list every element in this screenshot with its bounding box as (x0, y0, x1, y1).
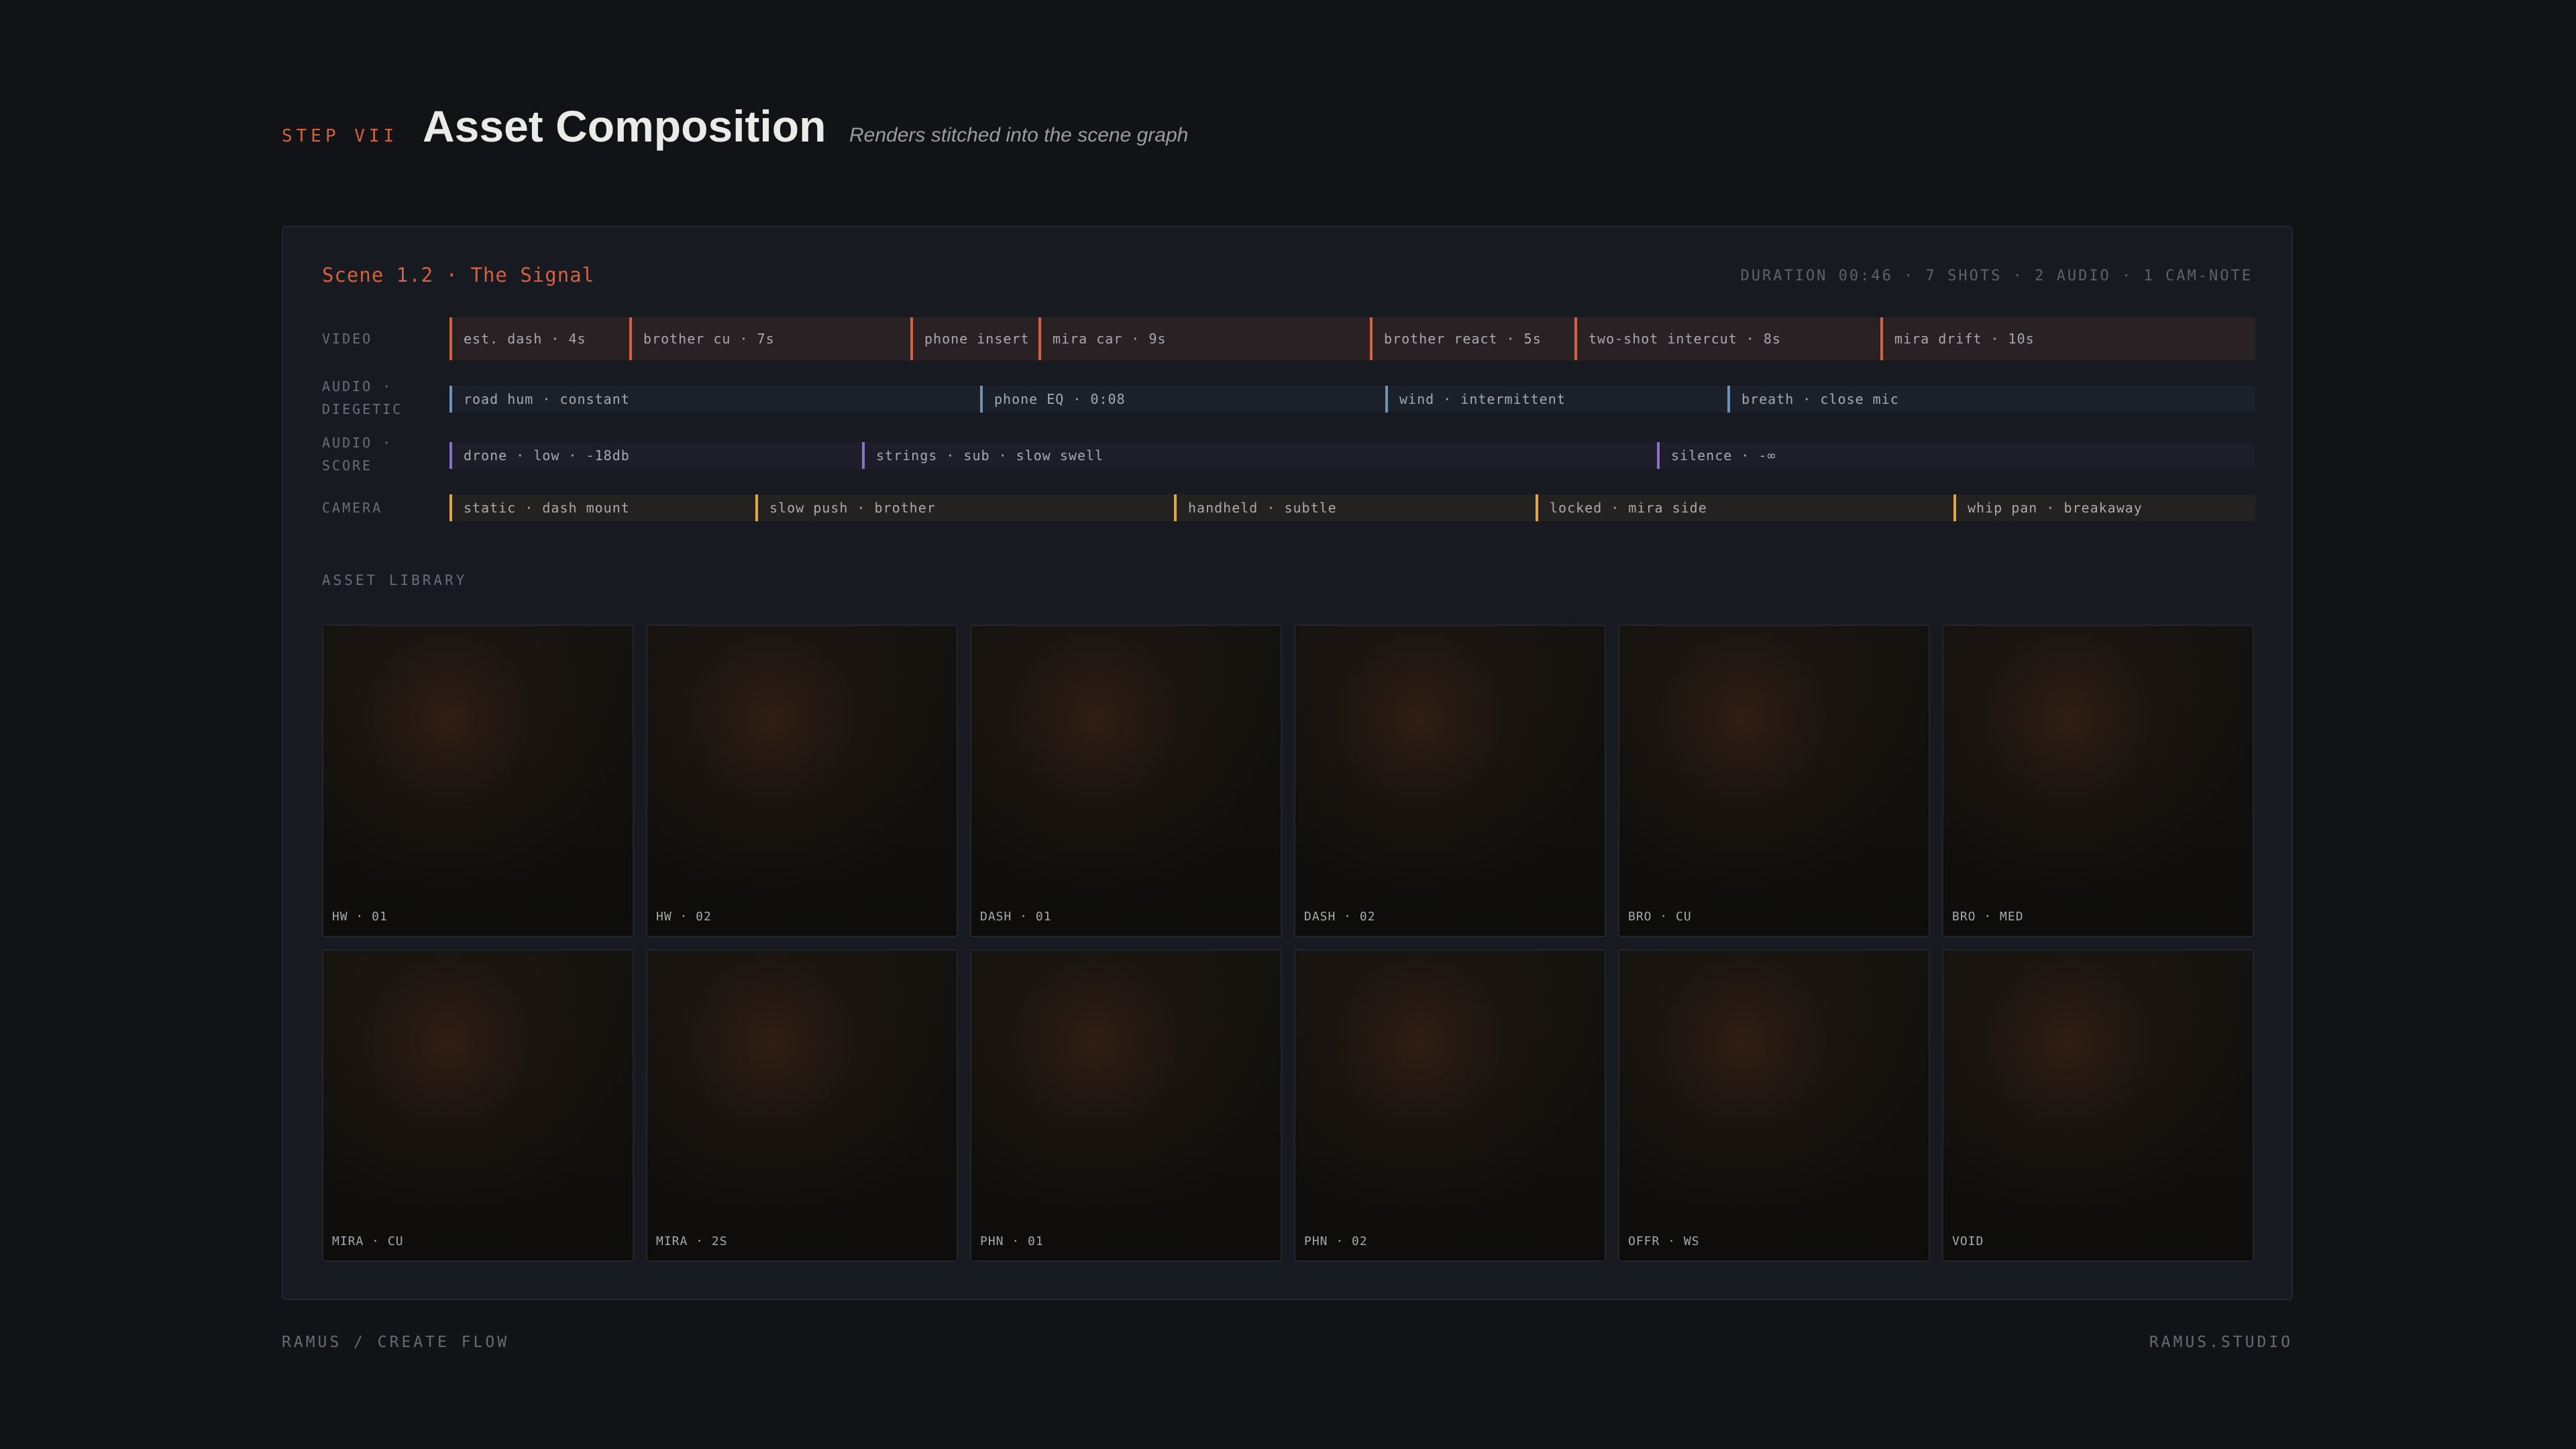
asset-grid: HW · 01 HW · 02 DASH · 01 DASH · 02 BRO … (322, 625, 2254, 1262)
asset-label: HW · 01 (332, 910, 388, 924)
asset-label: DASH · 02 (1304, 910, 1376, 924)
asset-label: PHN · 02 (1304, 1234, 1368, 1248)
step-label: STEP VII (282, 126, 398, 146)
asset-label: MIRA · CU (332, 1234, 404, 1248)
timeline-clip[interactable]: brother cu · 7s (629, 317, 910, 360)
timeline-clip[interactable]: wind · intermittent (1385, 386, 1727, 413)
timeline-clip[interactable]: phone insert · 3s (910, 317, 1038, 360)
page-subtitle: Renders stitched into the scene graph (849, 124, 1189, 146)
timeline-clip[interactable]: mira car · 9s (1038, 317, 1370, 360)
track-camera: CAMERA static · dash mount slow push · b… (322, 494, 2255, 521)
asset-label: BRO · CU (1628, 910, 1692, 924)
timeline-clip[interactable]: brother react · 5s (1370, 317, 1574, 360)
asset-card[interactable]: DASH · 01 (970, 625, 1282, 937)
asset-card[interactable]: DASH · 02 (1294, 625, 1606, 937)
asset-card[interactable]: HW · 02 (646, 625, 958, 937)
timeline-clip[interactable]: road hum · constant (449, 386, 980, 413)
track-audio-score: AUDIO · SCORE drone · low · -18db string… (322, 431, 2255, 478)
timeline-clip[interactable]: strings · sub · slow swell (862, 442, 1657, 469)
page-title: Asset Composition (423, 101, 826, 151)
timeline-clip[interactable]: two-shot intercut · 8s (1574, 317, 1880, 360)
asset-card[interactable]: MIRA · CU (322, 949, 634, 1262)
timeline-clip[interactable]: whip pan · breakaway (1953, 494, 2255, 521)
timeline-clip[interactable]: phone EQ · 0:08 (980, 386, 1385, 413)
scene-title: Scene 1.2 · The Signal (322, 264, 595, 286)
track-video: VIDEO est. dash · 4s brother cu · 7s pho… (322, 317, 2255, 360)
asset-label: OFFR · WS (1628, 1234, 1700, 1248)
asset-card[interactable]: HW · 01 (322, 625, 634, 937)
asset-label: BRO · MED (1952, 910, 2024, 924)
track-label: AUDIO · DIEGETIC (322, 378, 403, 417)
scene-meta: DURATION 00:46 · 7 SHOTS · 2 AUDIO · 1 C… (1740, 268, 2253, 284)
timeline-clip[interactable]: silence · -∞ (1657, 442, 2255, 469)
track-lane: drone · low · -18db strings · sub · slow… (449, 442, 2255, 469)
timeline-clip[interactable]: breath · close mic (1727, 386, 2255, 413)
track-lane: static · dash mount slow push · brother … (449, 494, 2255, 521)
track-lane: est. dash · 4s brother cu · 7s phone ins… (449, 317, 2255, 360)
scene-panel: Scene 1.2 · The Signal DURATION 00:46 · … (282, 226, 2293, 1300)
asset-card[interactable]: BRO · MED (1942, 625, 2254, 937)
asset-card[interactable]: VOID (1942, 949, 2254, 1262)
asset-card[interactable]: BRO · CU (1618, 625, 1930, 937)
asset-library-label: ASSET LIBRARY (322, 572, 468, 588)
asset-label: MIRA · 2S (656, 1234, 728, 1248)
footer-link[interactable]: RAMUS.STUDIO (2149, 1334, 2293, 1351)
asset-label: DASH · 01 (980, 910, 1052, 924)
track-lane: road hum · constant phone EQ · 0:08 wind… (449, 386, 2255, 413)
asset-label: HW · 02 (656, 910, 712, 924)
timeline-clip[interactable]: locked · mira side (1536, 494, 1953, 521)
asset-label: VOID (1952, 1234, 1984, 1248)
timeline-clip[interactable]: est. dash · 4s (449, 317, 629, 360)
footer-brand: RAMUS / CREATE FLOW (282, 1334, 510, 1351)
asset-card[interactable]: PHN · 01 (970, 949, 1282, 1262)
asset-card[interactable]: MIRA · 2S (646, 949, 958, 1262)
timeline-clip[interactable]: drone · low · -18db (449, 442, 862, 469)
asset-card[interactable]: OFFR · WS (1618, 949, 1930, 1262)
track-audio-diegetic: AUDIO · DIEGETIC road hum · constant pho… (322, 375, 2255, 422)
timeline-clip[interactable]: slow push · brother (755, 494, 1174, 521)
track-label: AUDIO · SCORE (322, 435, 393, 474)
track-label: VIDEO (322, 331, 373, 347)
asset-label: PHN · 01 (980, 1234, 1044, 1248)
timeline-clip[interactable]: mira drift · 10s (1880, 317, 2255, 360)
timeline-clip[interactable]: handheld · subtle (1174, 494, 1536, 521)
timeline-clip[interactable]: static · dash mount (449, 494, 755, 521)
asset-card[interactable]: PHN · 02 (1294, 949, 1606, 1262)
track-label: CAMERA (322, 500, 383, 516)
